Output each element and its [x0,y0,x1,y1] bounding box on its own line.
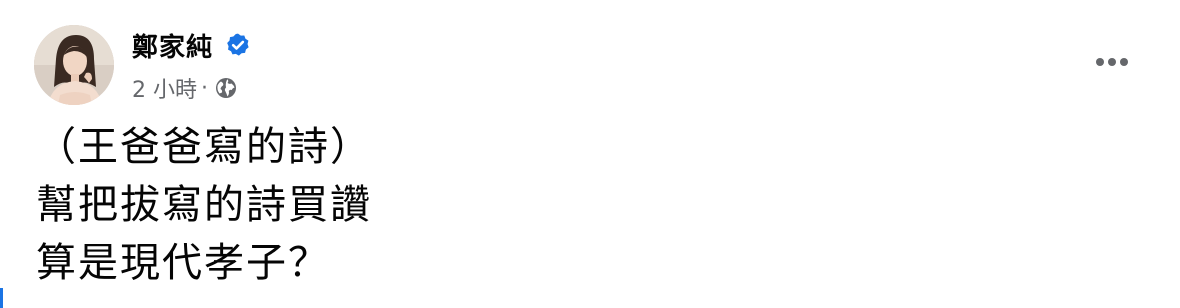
author-avatar[interactable] [34,25,114,105]
post-body: （王爸爸寫的詩） 幫把拔寫的詩買讚 算是現代孝子？ [36,118,1136,292]
post-timestamp[interactable]: 2 小時 [132,72,197,104]
verified-badge-icon [227,33,249,56]
post-meta: 2 小時 · [132,72,238,104]
post-line: 算是現代孝子？ [36,240,330,286]
author-header: 鄭家純 [132,26,251,64]
more-options-icon [1096,58,1128,66]
post-line: 幫把拔寫的詩買讚 [36,182,372,228]
author-name[interactable]: 鄭家純 [132,27,213,64]
post-line: （王爸爸寫的詩） [36,124,372,170]
post-card: 鄭家純 2 小時 · （王爸爸寫的詩） 幫把拔寫的詩買讚 算是現代孝子？ [0,0,1180,308]
meta-separator: · [201,75,208,101]
focus-edge-indicator [0,288,3,308]
more-options-button[interactable] [1092,46,1132,78]
globe-icon[interactable] [214,76,238,100]
avatar-photo [34,25,114,105]
